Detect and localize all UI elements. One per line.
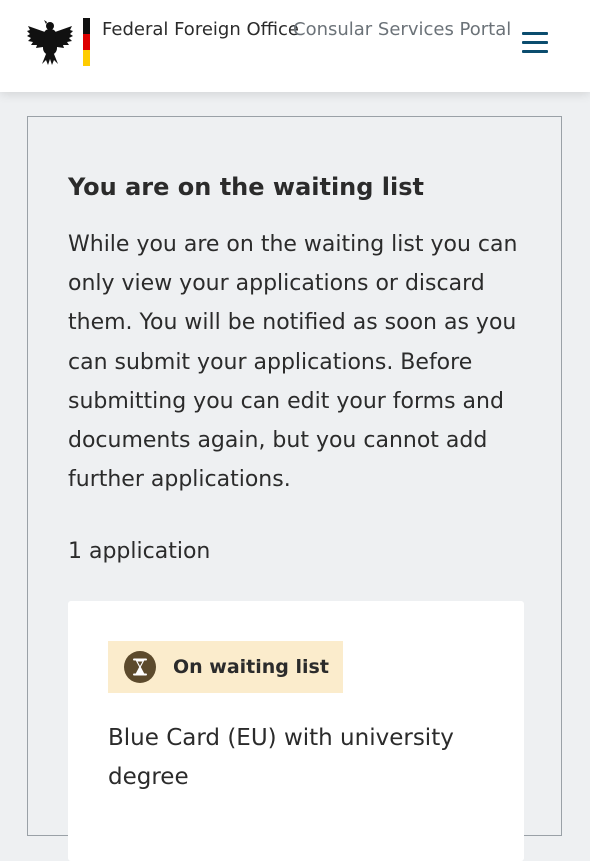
status-badge: On waiting list (108, 641, 343, 693)
application-count: 1 application (68, 539, 211, 564)
hourglass-icon (124, 651, 156, 683)
hamburger-menu-icon[interactable] (520, 30, 550, 56)
portal-name[interactable]: Consular Services Portal (293, 19, 511, 40)
application-card[interactable]: On waiting list Blue Card (EU) with univ… (68, 601, 524, 861)
waiting-list-panel: You are on the waiting list While you ar… (27, 116, 562, 861)
panel-title: You are on the waiting list (68, 173, 425, 201)
panel-description: While you are on the waiting list you ca… (68, 232, 518, 493)
federal-eagle-icon (27, 20, 73, 65)
german-flag-stripe (83, 18, 90, 66)
org-name[interactable]: Federal Foreign Office (102, 19, 299, 40)
application-title: Blue Card (EU) with university degree (108, 725, 454, 790)
status-label: On waiting list (173, 656, 329, 678)
site-header: Federal Foreign Office Consular Services… (0, 0, 590, 92)
